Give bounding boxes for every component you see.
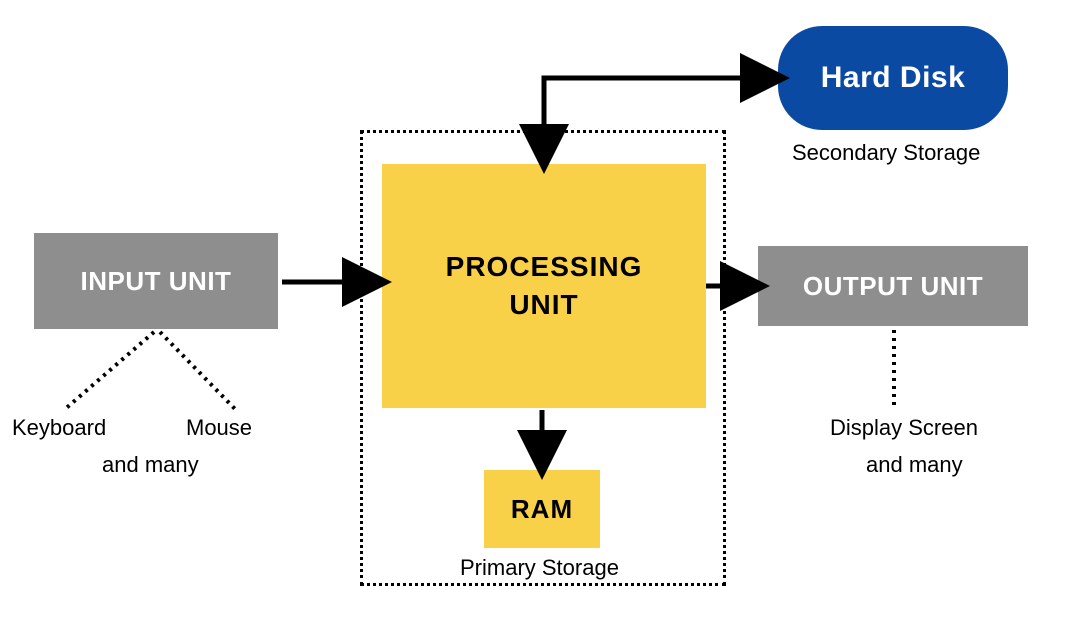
dotted-line-to-keyboard [64, 332, 154, 410]
hard-disk-label: Hard Disk [821, 61, 966, 95]
processing-unit-label-line1: PROCESSING [446, 251, 643, 282]
and-many-left-label: and many [102, 452, 199, 478]
ram-label: RAM [511, 494, 573, 525]
processing-unit-label: PROCESSING UNIT [446, 248, 643, 324]
diagram-stage: INPUT UNIT PROCESSING UNIT OUTPUT UNIT R… [0, 0, 1073, 637]
hard-disk-box: Hard Disk [778, 26, 1008, 130]
processing-unit-box: PROCESSING UNIT [382, 164, 706, 408]
input-unit-box: INPUT UNIT [34, 233, 278, 329]
primary-storage-label: Primary Storage [460, 555, 619, 581]
secondary-storage-label: Secondary Storage [792, 140, 980, 166]
output-unit-box: OUTPUT UNIT [758, 246, 1028, 326]
output-unit-label: OUTPUT UNIT [803, 271, 983, 302]
ram-box: RAM [484, 470, 600, 548]
mouse-label: Mouse [186, 415, 252, 441]
display-screen-label: Display Screen [830, 415, 978, 441]
keyboard-label: Keyboard [12, 415, 106, 441]
input-unit-label: INPUT UNIT [81, 266, 232, 297]
processing-unit-label-line2: UNIT [509, 289, 578, 320]
and-many-right-label: and many [866, 452, 963, 478]
dotted-line-to-mouse [160, 332, 236, 410]
